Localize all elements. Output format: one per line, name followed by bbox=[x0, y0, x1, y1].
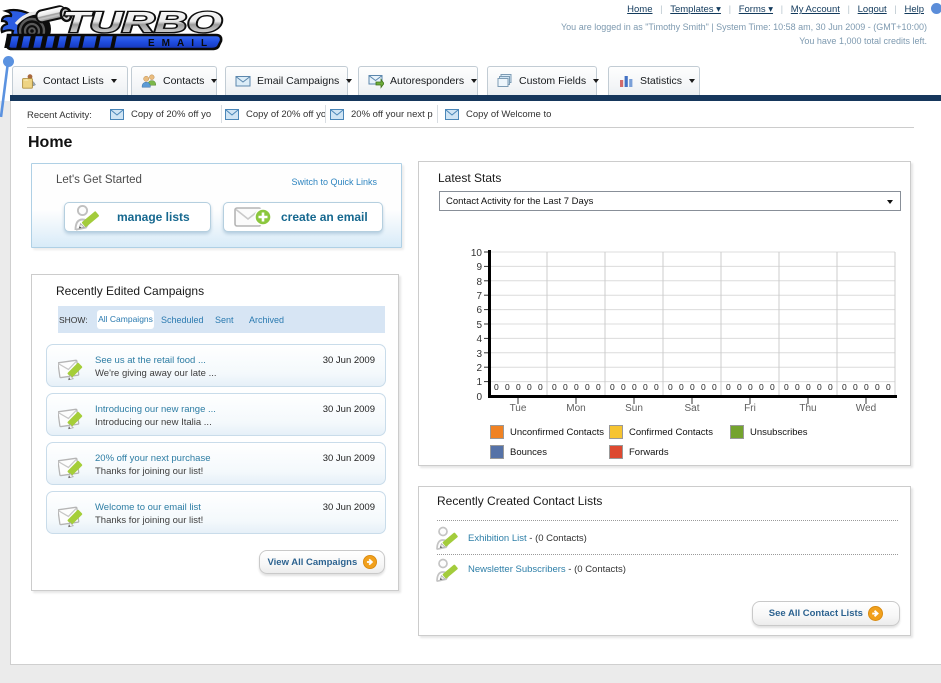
svg-text:Mon: Mon bbox=[566, 403, 585, 414]
svg-text:0: 0 bbox=[632, 382, 637, 392]
svg-text:0: 0 bbox=[610, 382, 615, 392]
svg-text:0: 0 bbox=[864, 382, 869, 392]
svg-text:0: 0 bbox=[795, 382, 800, 392]
svg-text:9: 9 bbox=[476, 262, 482, 273]
svg-text:Tue: Tue bbox=[510, 403, 527, 414]
svg-text:7: 7 bbox=[476, 291, 482, 302]
svg-text:1: 1 bbox=[476, 377, 482, 388]
svg-text:0: 0 bbox=[574, 382, 579, 392]
svg-text:0: 0 bbox=[585, 382, 590, 392]
svg-text:4: 4 bbox=[476, 334, 482, 345]
svg-text:0: 0 bbox=[505, 382, 510, 392]
svg-text:0: 0 bbox=[527, 382, 532, 392]
svg-text:0: 0 bbox=[668, 382, 673, 392]
svg-text:0: 0 bbox=[828, 382, 833, 392]
svg-text:Sat: Sat bbox=[684, 403, 699, 414]
svg-text:0: 0 bbox=[563, 382, 568, 392]
svg-text:Fri: Fri bbox=[744, 403, 756, 414]
svg-text:0: 0 bbox=[886, 382, 891, 392]
svg-text:3: 3 bbox=[476, 349, 482, 360]
svg-text:0: 0 bbox=[552, 382, 557, 392]
svg-text:Thu: Thu bbox=[799, 403, 816, 414]
svg-text:0: 0 bbox=[494, 382, 499, 392]
svg-text:0: 0 bbox=[654, 382, 659, 392]
svg-text:0: 0 bbox=[770, 382, 775, 392]
svg-text:6: 6 bbox=[476, 305, 482, 316]
svg-text:2: 2 bbox=[476, 363, 482, 374]
svg-text:Wed: Wed bbox=[856, 403, 876, 414]
svg-text:TURBO: TURBO bbox=[62, 7, 223, 39]
svg-text:5: 5 bbox=[476, 320, 482, 331]
svg-text:0: 0 bbox=[784, 382, 789, 392]
svg-text:0: 0 bbox=[726, 382, 731, 392]
svg-text:EMAIL: EMAIL bbox=[148, 38, 214, 49]
svg-text:0: 0 bbox=[643, 382, 648, 392]
svg-text:0: 0 bbox=[759, 382, 764, 392]
svg-text:0: 0 bbox=[712, 382, 717, 392]
svg-text:0: 0 bbox=[875, 382, 880, 392]
svg-text:0: 0 bbox=[842, 382, 847, 392]
svg-text:0: 0 bbox=[701, 382, 706, 392]
svg-text:0: 0 bbox=[817, 382, 822, 392]
svg-text:0: 0 bbox=[621, 382, 626, 392]
svg-text:10: 10 bbox=[471, 248, 483, 259]
svg-text:0: 0 bbox=[737, 382, 742, 392]
svg-text:0: 0 bbox=[853, 382, 858, 392]
svg-text:0: 0 bbox=[596, 382, 601, 392]
svg-text:0: 0 bbox=[748, 382, 753, 392]
svg-text:0: 0 bbox=[516, 382, 521, 392]
svg-text:0: 0 bbox=[690, 382, 695, 392]
svg-text:0: 0 bbox=[806, 382, 811, 392]
svg-text:0: 0 bbox=[476, 392, 482, 403]
svg-text:8: 8 bbox=[476, 277, 482, 288]
svg-text:Sun: Sun bbox=[625, 403, 643, 414]
svg-text:0: 0 bbox=[679, 382, 684, 392]
svg-text:0: 0 bbox=[538, 382, 543, 392]
